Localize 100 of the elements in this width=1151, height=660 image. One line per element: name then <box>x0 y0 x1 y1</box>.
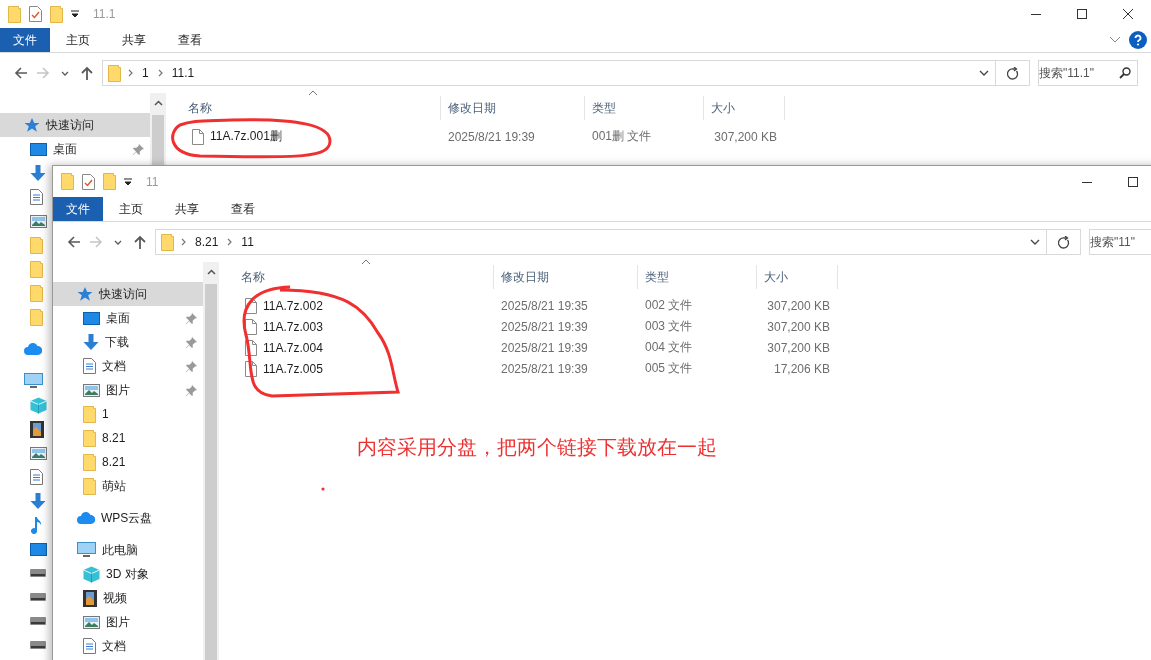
file-icon <box>192 128 204 145</box>
chevron-down-icon <box>1030 239 1040 245</box>
column-header[interactable]: 类型 <box>585 96 704 120</box>
modified-date: 2025/8/21 19:35 <box>500 298 589 313</box>
sidebar-item[interactable]: WPS云盘 <box>53 506 203 530</box>
properties-icon[interactable] <box>29 6 42 22</box>
scroll-up-icon[interactable] <box>206 269 216 275</box>
ribbon-tab[interactable]: 共享 <box>161 197 213 221</box>
scroll-up-icon[interactable] <box>153 100 163 106</box>
sidebar-item[interactable]: 下载 <box>53 330 203 354</box>
file-menu-button[interactable]: 文件 <box>0 28 50 52</box>
column-header[interactable]: 名称 <box>166 96 441 120</box>
breadcrumb[interactable]: 11.1 <box>169 66 197 80</box>
sidebar-item[interactable]: 视频 <box>53 586 203 610</box>
pin-icon[interactable] <box>133 143 144 155</box>
drive-icon <box>30 593 46 601</box>
file-type: 004 文件 <box>644 339 694 356</box>
file-size: 307,200 KB <box>766 319 831 334</box>
column-header[interactable]: 大小 <box>704 96 785 120</box>
sidebar-item[interactable]: 桌面 <box>0 137 150 161</box>
breadcrumb[interactable]: 11 <box>239 235 256 249</box>
file-name[interactable]: 11A.7z.001删 <box>166 128 441 145</box>
sort-ascending-icon <box>308 90 318 96</box>
search-field[interactable]: 搜索"11.1" <box>1038 60 1138 86</box>
cloud-icon <box>24 343 42 355</box>
file-name[interactable]: 11A.7z.003 <box>219 318 494 335</box>
ribbon-tab[interactable]: 共享 <box>108 28 160 52</box>
drive-icon <box>30 569 46 577</box>
breadcrumb[interactable]: 1 <box>140 66 151 80</box>
file-size: 307,200 KB <box>713 129 778 144</box>
pin-icon[interactable] <box>186 360 197 372</box>
sidebar-item[interactable]: 文档 <box>53 634 203 658</box>
folder-icon <box>83 453 96 471</box>
file-type: 003 文件 <box>644 318 694 335</box>
pin-icon[interactable] <box>186 336 197 348</box>
annotation-note: 内容采用分盘，把两个链接下载放在一起 <box>357 435 717 460</box>
properties-icon[interactable] <box>82 173 95 190</box>
file-type: 002 文件 <box>644 297 694 314</box>
sidebar-item[interactable]: 图片 <box>53 610 203 634</box>
music-note-icon <box>30 516 42 534</box>
folder-icon <box>83 477 96 495</box>
refresh-button[interactable] <box>996 60 1030 86</box>
sidebar-item[interactable]: 8.21 <box>53 426 203 450</box>
sidebar-item[interactable]: 1 <box>53 402 203 426</box>
cube-icon <box>83 565 100 583</box>
desktop-icon <box>83 311 100 325</box>
folder-icon <box>30 260 43 278</box>
ribbon-tab[interactable]: 查看 <box>217 197 269 221</box>
down-arrow-icon <box>30 165 46 181</box>
column-header[interactable]: 名称 <box>219 265 494 289</box>
sidebar-item[interactable]: 快速访问 <box>53 282 203 306</box>
file-name-text: 11A.7z.005 <box>263 361 323 376</box>
column-header[interactable]: 大小 <box>757 265 838 289</box>
sidebar-item[interactable]: 图片 <box>53 378 203 402</box>
file-name[interactable]: 11A.7z.004 <box>219 339 494 356</box>
pin-icon[interactable] <box>186 384 197 396</box>
drive-icon <box>30 617 46 625</box>
maximize-icon <box>1077 9 1087 19</box>
file-icon <box>245 360 257 377</box>
file-name[interactable]: 11A.7z.005 <box>219 360 494 377</box>
sidebar-item[interactable]: 桌面 <box>53 306 203 330</box>
file-menu-button[interactable]: 文件 <box>53 197 103 221</box>
up-arrow-icon <box>79 65 95 81</box>
refresh-button[interactable] <box>1047 229 1081 255</box>
ribbon-tab[interactable]: 查看 <box>164 28 216 52</box>
modified-date: 2025/8/21 19:39 <box>447 129 536 144</box>
scrollbar-thumb[interactable] <box>205 284 217 660</box>
column-header[interactable]: 修改日期 <box>494 265 638 289</box>
sidebar-item[interactable]: 8.21 <box>53 450 203 474</box>
sidebar-item[interactable]: 文档 <box>53 354 203 378</box>
column-header[interactable]: 类型 <box>638 265 757 289</box>
file-name-text: 11A.7z.002 <box>263 298 323 313</box>
scrollbar[interactable] <box>203 262 219 660</box>
right-arrow-icon <box>35 65 51 81</box>
search-field[interactable]: 搜索"11" <box>1089 229 1151 255</box>
ribbon-tab[interactable]: 主页 <box>52 28 104 52</box>
computer-icon <box>77 542 96 558</box>
sidebar-item[interactable]: 3D 对象 <box>53 562 203 586</box>
address-bar[interactable]: 1 11.1 <box>102 60 996 86</box>
dropdown-icon[interactable] <box>124 177 132 186</box>
scrollbar-thumb[interactable] <box>152 115 164 165</box>
breadcrumb[interactable]: 8.21 <box>193 235 221 249</box>
sidebar-item[interactable]: 萌站 <box>53 474 203 498</box>
folder-icon <box>103 173 116 190</box>
film-icon <box>30 420 44 438</box>
ribbon-tab[interactable]: 主页 <box>105 197 157 221</box>
folder-icon <box>30 236 43 254</box>
image-icon <box>83 615 100 629</box>
sidebar-item[interactable]: 此电脑 <box>53 538 203 562</box>
file-name[interactable]: 11A.7z.002 <box>219 297 494 314</box>
pin-icon[interactable] <box>186 312 197 324</box>
column-header[interactable]: 修改日期 <box>441 96 585 120</box>
scrollbar[interactable] <box>150 93 166 165</box>
dropdown-icon[interactable] <box>71 10 79 18</box>
star-icon <box>24 117 40 133</box>
window-title: 11.1 <box>93 7 117 21</box>
file-icon <box>245 339 257 356</box>
sidebar-item[interactable]: 快速访问 <box>0 113 150 137</box>
address-bar[interactable]: 8.21 11 <box>155 229 1047 255</box>
image-icon <box>83 383 100 397</box>
